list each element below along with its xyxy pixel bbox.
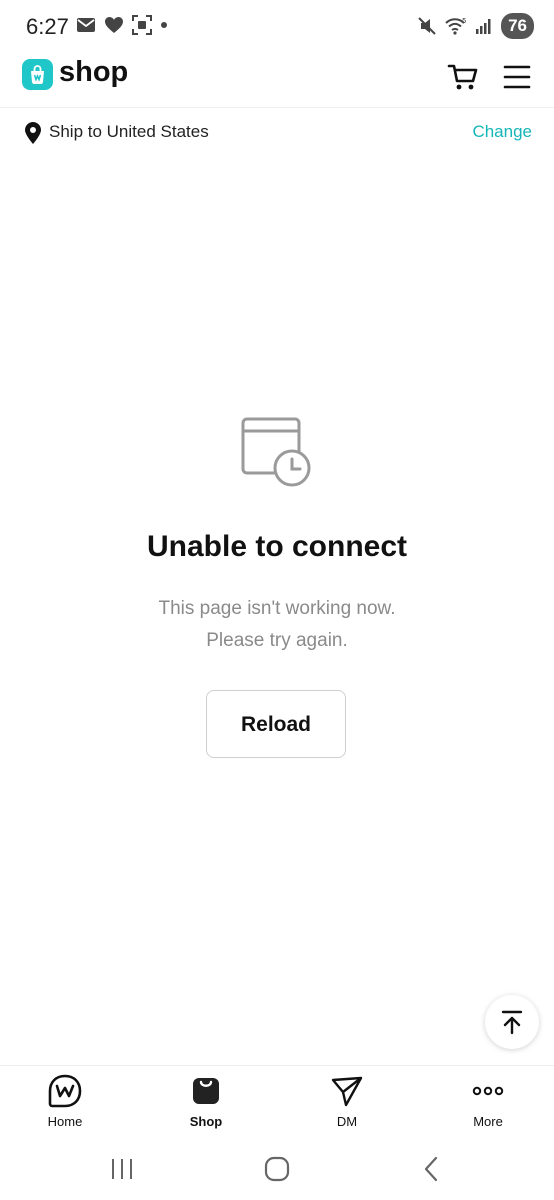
change-country-link[interactable]: Change (472, 122, 532, 142)
status-right-icons: 5 76 (417, 13, 534, 39)
mute-icon (418, 17, 436, 35)
nav-label-more: More (473, 1114, 503, 1129)
shop-logo-text[interactable]: shop (59, 56, 128, 89)
scroll-to-top-button[interactable] (485, 995, 539, 1049)
system-nav-bar (0, 1138, 554, 1200)
dot-icon (161, 22, 167, 28)
home-w-icon (48, 1074, 82, 1108)
more-dots-icon (472, 1086, 504, 1096)
signal-icon (476, 19, 491, 34)
error-message-line2: Please try again. (206, 630, 348, 651)
shopping-bag-icon (193, 1078, 219, 1104)
send-icon (331, 1076, 363, 1107)
battery-indicator: 76 (501, 13, 534, 39)
reload-button[interactable]: Reload (206, 690, 346, 758)
status-bar: 6:27 5 76 (0, 0, 554, 52)
status-left-icons (76, 15, 168, 35)
error-message-line1: This page isn't working now. (158, 598, 396, 619)
ship-to-bar: Ship to United States Change (0, 108, 554, 156)
location-pin-icon (25, 122, 41, 144)
home-circle-icon[interactable] (262, 1154, 292, 1184)
wifi-icon: 5 (445, 17, 467, 35)
cart-icon[interactable] (447, 62, 479, 92)
nav-dm[interactable]: DM (307, 1074, 387, 1129)
arrow-up-to-line-icon (501, 1010, 523, 1035)
nav-more[interactable]: More (448, 1074, 528, 1129)
menu-icon[interactable] (503, 63, 531, 91)
nav-label-shop: Shop (189, 1114, 223, 1129)
status-time: 6:27 (26, 14, 69, 39)
nav-home[interactable]: Home (25, 1074, 105, 1129)
bottom-nav: Home Shop DM More (0, 1065, 554, 1136)
ship-to-label: Ship to United States (49, 122, 209, 141)
shop-page: 6:27 5 76 shop Ship to United States Cha… (0, 0, 554, 1200)
svg-text:5: 5 (462, 17, 466, 25)
nav-label-dm: DM (336, 1114, 358, 1129)
recent-apps-icon[interactable] (107, 1154, 137, 1184)
error-title: Unable to connect (146, 530, 408, 563)
back-icon[interactable] (417, 1154, 447, 1184)
browser-clock-icon (241, 417, 311, 487)
heart-icon (105, 17, 123, 33)
app-header: shop (0, 52, 554, 108)
shop-logo-icon[interactable] (22, 59, 53, 90)
screenshot-icon (132, 15, 152, 35)
mail-icon (77, 18, 95, 32)
nav-shop[interactable]: Shop (166, 1074, 246, 1129)
nav-label-home: Home (47, 1114, 83, 1129)
